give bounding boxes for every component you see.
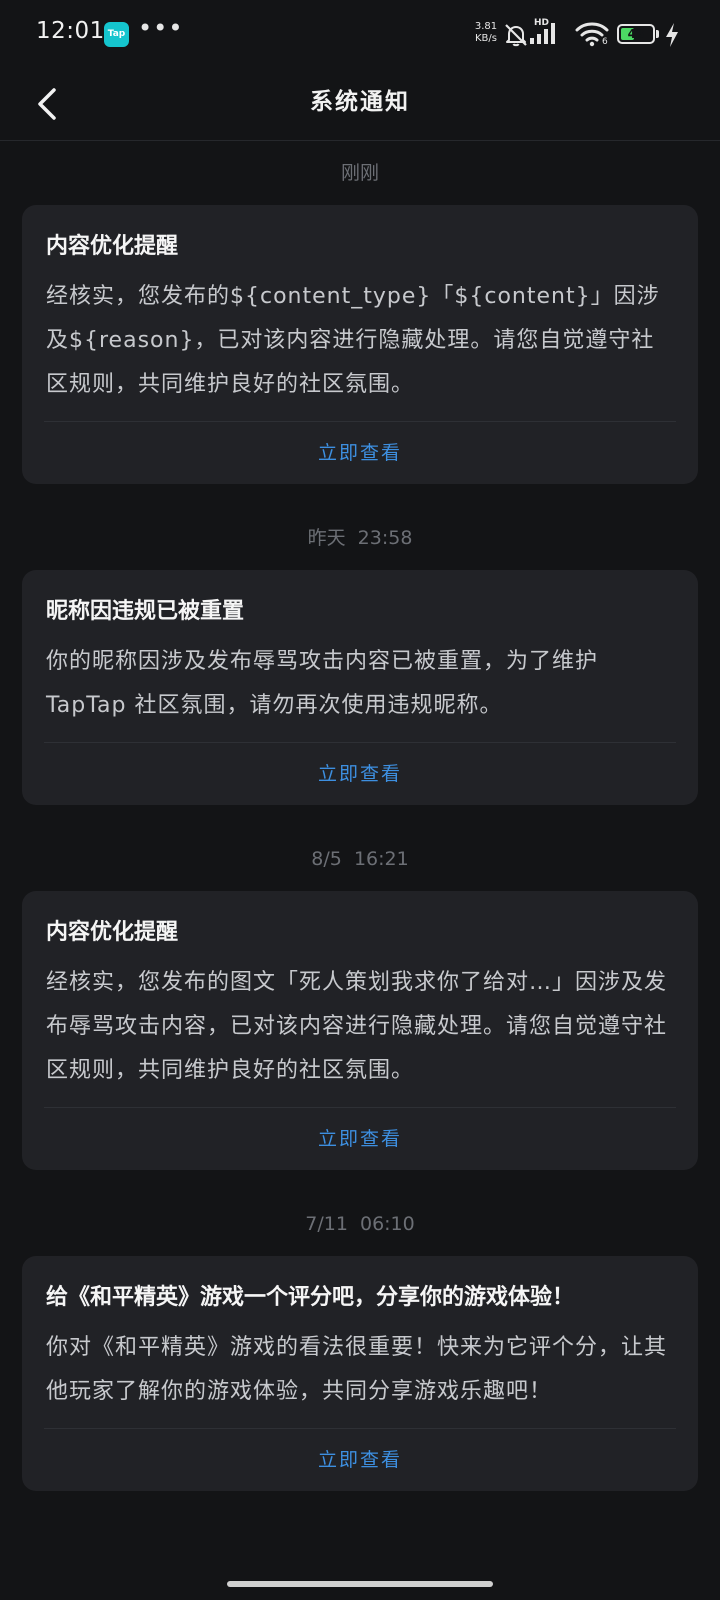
- notice-timestamp: 刚刚: [340, 162, 379, 184]
- notice-timestamp: 7/11 06:10: [305, 1213, 415, 1235]
- tap-app-icon: Tap: [104, 22, 129, 47]
- status-time: 12:01: [36, 18, 105, 44]
- notice-title: 内容优化提醒: [46, 920, 179, 945]
- notice-body: 你的昵称因涉及发布辱骂攻击内容已被重置，为了维护 TapTap 社区氛围，请勿再…: [46, 649, 599, 718]
- notice-group: 7/11 06:10 给《和平精英》游戏一个评分吧，分享你的游戏体验！ 你对《和…: [0, 1192, 720, 1491]
- network-speed-unit: KB/s: [475, 33, 497, 44]
- notice-timestamp: 昨天 23:58: [307, 527, 413, 549]
- notice-title: 昵称因违规已被重置: [46, 599, 245, 624]
- view-now-link[interactable]: 立即查看: [46, 1108, 674, 1170]
- network-speed: 3.81 KB/s: [471, 21, 501, 45]
- home-indicator[interactable]: [227, 1581, 493, 1587]
- notification-feed[interactable]: 刚刚 内容优化提醒 经核实，您发布的${content_type}「${cont…: [0, 141, 720, 1491]
- notice-group: 昨天 23:58 昵称因违规已被重置 你的昵称因涉及发布辱骂攻击内容已被重置，为…: [0, 506, 720, 805]
- more-notifications-icon: •••: [138, 14, 184, 42]
- status-bar: 12:01 Tap ••• 3.81 KB/s HD 6 43: [0, 0, 720, 70]
- notice-timestamp: 8/5 16:21: [311, 848, 409, 870]
- hd-signal-icon: [530, 23, 555, 44]
- wifi-band-label: 6: [602, 37, 608, 47]
- notice-card[interactable]: 昵称因违规已被重置 你的昵称因涉及发布辱骂攻击内容已被重置，为了维护 TapTa…: [22, 570, 698, 805]
- battery-level-text: 43: [627, 27, 645, 41]
- network-speed-value: 3.81: [474, 21, 498, 32]
- mute-bell-icon: [505, 24, 527, 47]
- notice-title: 给《和平精英》游戏一个评分吧，分享你的游戏体验！: [46, 1285, 575, 1310]
- notice-body: 你对《和平精英》游戏的看法很重要！快来为它评个分，让其他玩家了解你的游戏体验，共…: [46, 1335, 668, 1404]
- notice-body: 经核实，您发布的${content_type}「${content}」因涉及${…: [46, 284, 660, 397]
- battery-tip: [656, 30, 659, 38]
- notice-card[interactable]: 内容优化提醒 经核实，您发布的图文「死人策划我求你了给对…」因涉及发布辱骂攻击内…: [22, 891, 698, 1170]
- notice-card[interactable]: 给《和平精英》游戏一个评分吧，分享你的游戏体验！ 你对《和平精英》游戏的看法很重…: [22, 1256, 698, 1491]
- nav-header: 系统通知: [0, 70, 720, 141]
- notice-body: 经核实，您发布的图文「死人策划我求你了给对…」因涉及发布辱骂攻击内容，已对该内容…: [46, 970, 668, 1083]
- view-now-link[interactable]: 立即查看: [46, 422, 674, 484]
- view-now-link[interactable]: 立即查看: [46, 743, 674, 805]
- notice-group: 刚刚 内容优化提醒 经核实，您发布的${content_type}「${cont…: [0, 141, 720, 484]
- page-title: 系统通知: [310, 89, 410, 115]
- view-now-link[interactable]: 立即查看: [46, 1429, 674, 1491]
- notice-title: 内容优化提醒: [46, 234, 179, 259]
- notice-group: 8/5 16:21 内容优化提醒 经核实，您发布的图文「死人策划我求你了给对…」…: [0, 827, 720, 1170]
- battery-icon: 43: [617, 24, 655, 44]
- charging-bolt-icon: [666, 23, 678, 47]
- notice-card[interactable]: 内容优化提醒 经核实，您发布的${content_type}「${content…: [22, 205, 698, 484]
